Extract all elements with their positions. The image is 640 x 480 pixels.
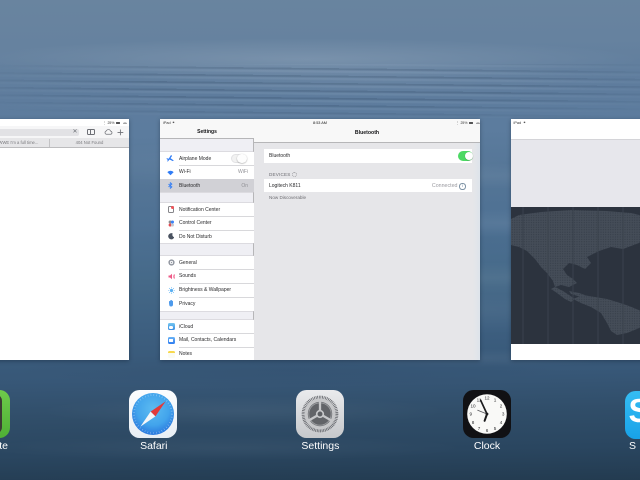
svg-text:10: 10 bbox=[470, 404, 476, 409]
svg-text:4: 4 bbox=[500, 420, 503, 425]
svg-text:3: 3 bbox=[502, 412, 505, 417]
svg-text:12: 12 bbox=[484, 396, 490, 401]
svg-text:8: 8 bbox=[472, 420, 475, 425]
svg-text:5: 5 bbox=[494, 426, 497, 431]
svg-text:6: 6 bbox=[486, 428, 489, 433]
svg-text:1: 1 bbox=[494, 398, 497, 403]
svg-text:2: 2 bbox=[500, 404, 503, 409]
svg-text:9: 9 bbox=[470, 412, 473, 417]
svg-text:7: 7 bbox=[478, 426, 481, 431]
